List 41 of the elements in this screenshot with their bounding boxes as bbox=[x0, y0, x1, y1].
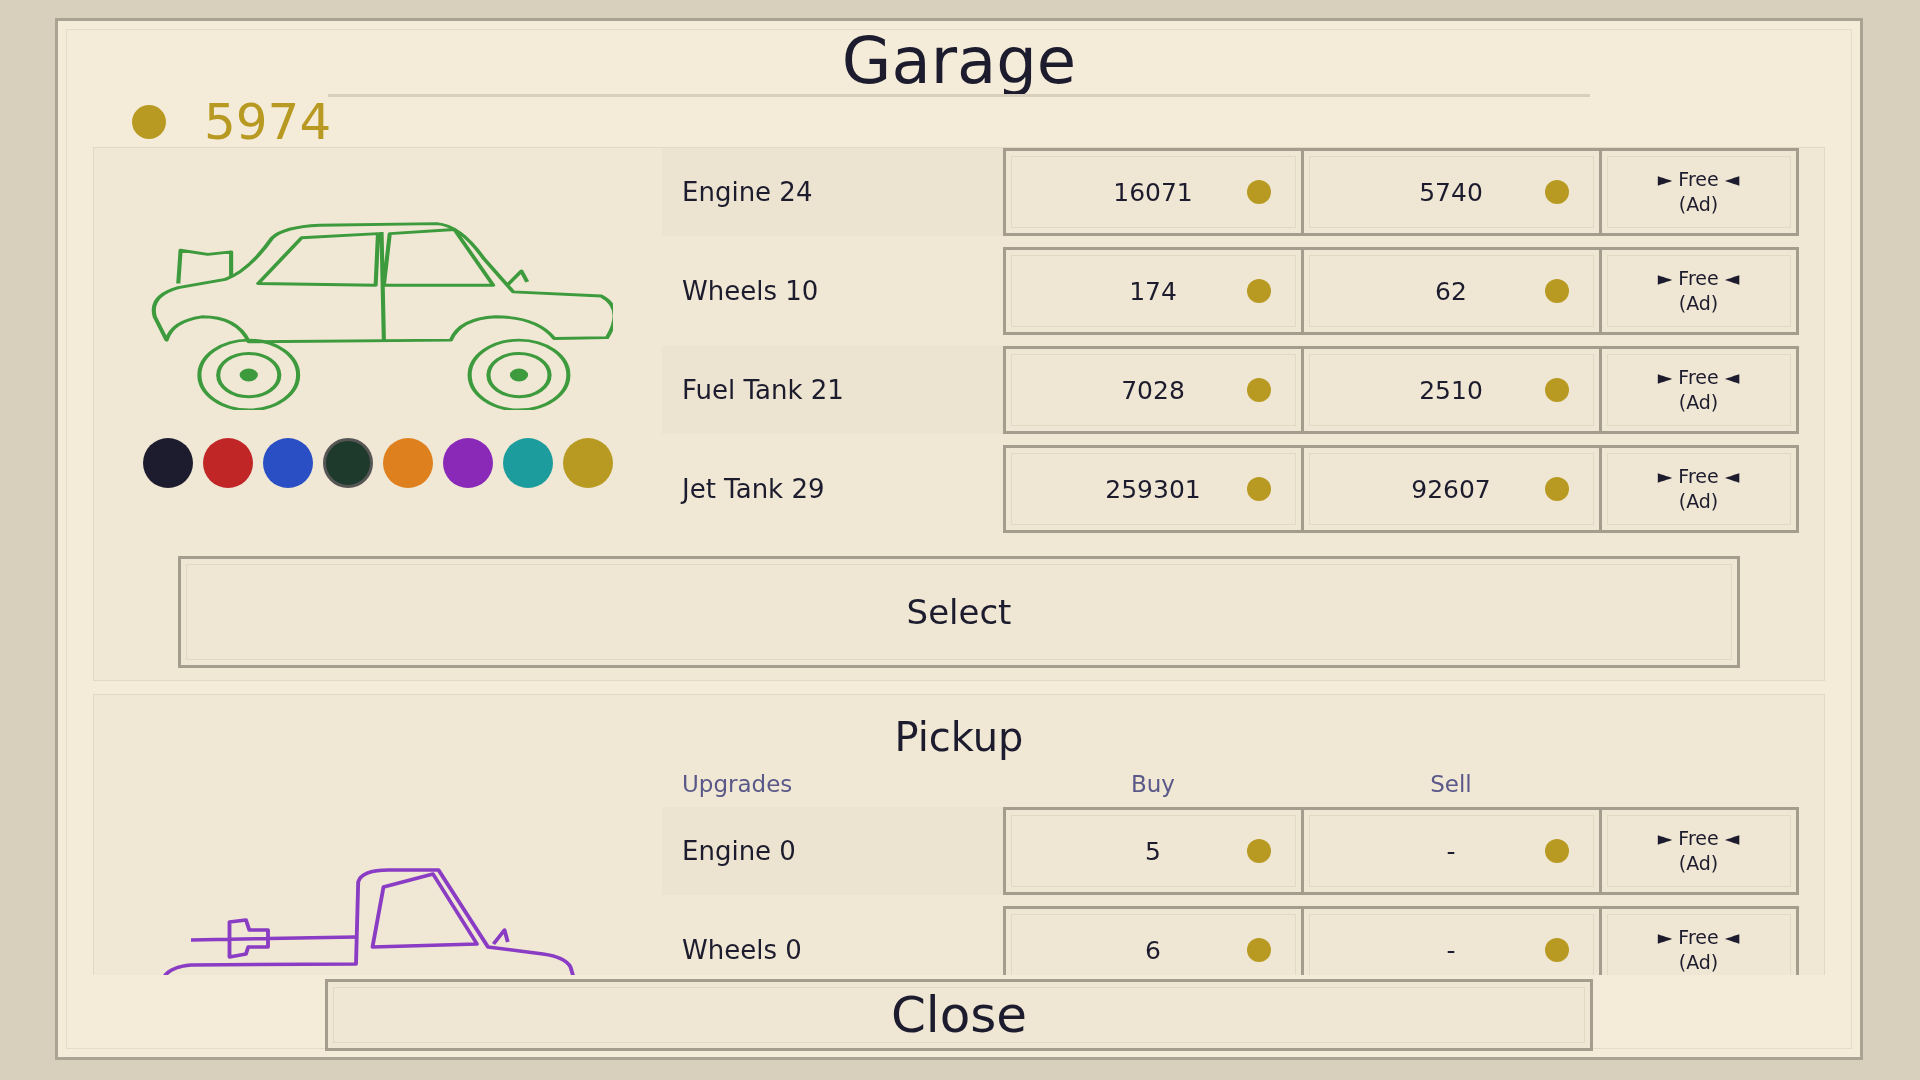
dialog-title: Garage bbox=[841, 23, 1077, 100]
coin-icon bbox=[1544, 180, 1569, 204]
buy-button[interactable]: 174 bbox=[1002, 247, 1304, 335]
buy-button[interactable]: 16071 bbox=[1002, 148, 1304, 236]
upgrade-name: Jet Tank 29 bbox=[679, 473, 826, 506]
color-swatch[interactable] bbox=[203, 438, 253, 488]
close-button[interactable]: Close bbox=[325, 979, 1593, 1051]
coin-icon bbox=[1246, 477, 1271, 501]
coin-icon bbox=[1246, 839, 1271, 863]
upgrade-name: Engine 0 bbox=[662, 807, 1004, 895]
vehicle-name: Pickup bbox=[893, 713, 1025, 762]
coin-icon bbox=[1246, 938, 1271, 962]
color-swatch[interactable] bbox=[323, 438, 373, 488]
coin-icon bbox=[1544, 279, 1569, 303]
upgrade-name: Wheels 10 bbox=[681, 275, 820, 308]
color-swatch[interactable] bbox=[563, 438, 613, 488]
coin-icon bbox=[1544, 839, 1569, 863]
color-swatch[interactable] bbox=[143, 438, 193, 488]
coin-balance: 5974 bbox=[204, 94, 332, 150]
upgrade-name: Engine 24 bbox=[662, 148, 1004, 236]
coin-icon bbox=[1544, 378, 1569, 402]
color-swatch[interactable] bbox=[263, 438, 313, 488]
buy-button[interactable]: 6 bbox=[1002, 906, 1304, 975]
color-swatch[interactable] bbox=[503, 438, 553, 488]
coin-icon bbox=[1246, 180, 1271, 204]
coin-icon bbox=[1246, 279, 1271, 303]
coin-icon bbox=[1544, 477, 1569, 501]
color-swatch[interactable] bbox=[443, 438, 493, 488]
upgrade-name: Fuel Tank 21 bbox=[662, 346, 1004, 434]
buy-button[interactable]: 259301 bbox=[1002, 445, 1304, 533]
buy-button[interactable]: 7028 bbox=[1002, 346, 1304, 434]
coin-icon bbox=[1544, 938, 1569, 962]
color-swatch[interactable] bbox=[383, 438, 433, 488]
select-button[interactable]: Select bbox=[178, 556, 1740, 668]
coin-icon bbox=[1246, 378, 1271, 402]
column-header: Upgrades bbox=[681, 771, 794, 799]
column-header: Buy bbox=[1130, 771, 1176, 799]
upgrade-name: Wheels 0 bbox=[681, 934, 803, 967]
buy-button[interactable]: 5 bbox=[1002, 807, 1304, 895]
coin-icon bbox=[132, 105, 166, 139]
column-header: Sell bbox=[1429, 771, 1473, 799]
